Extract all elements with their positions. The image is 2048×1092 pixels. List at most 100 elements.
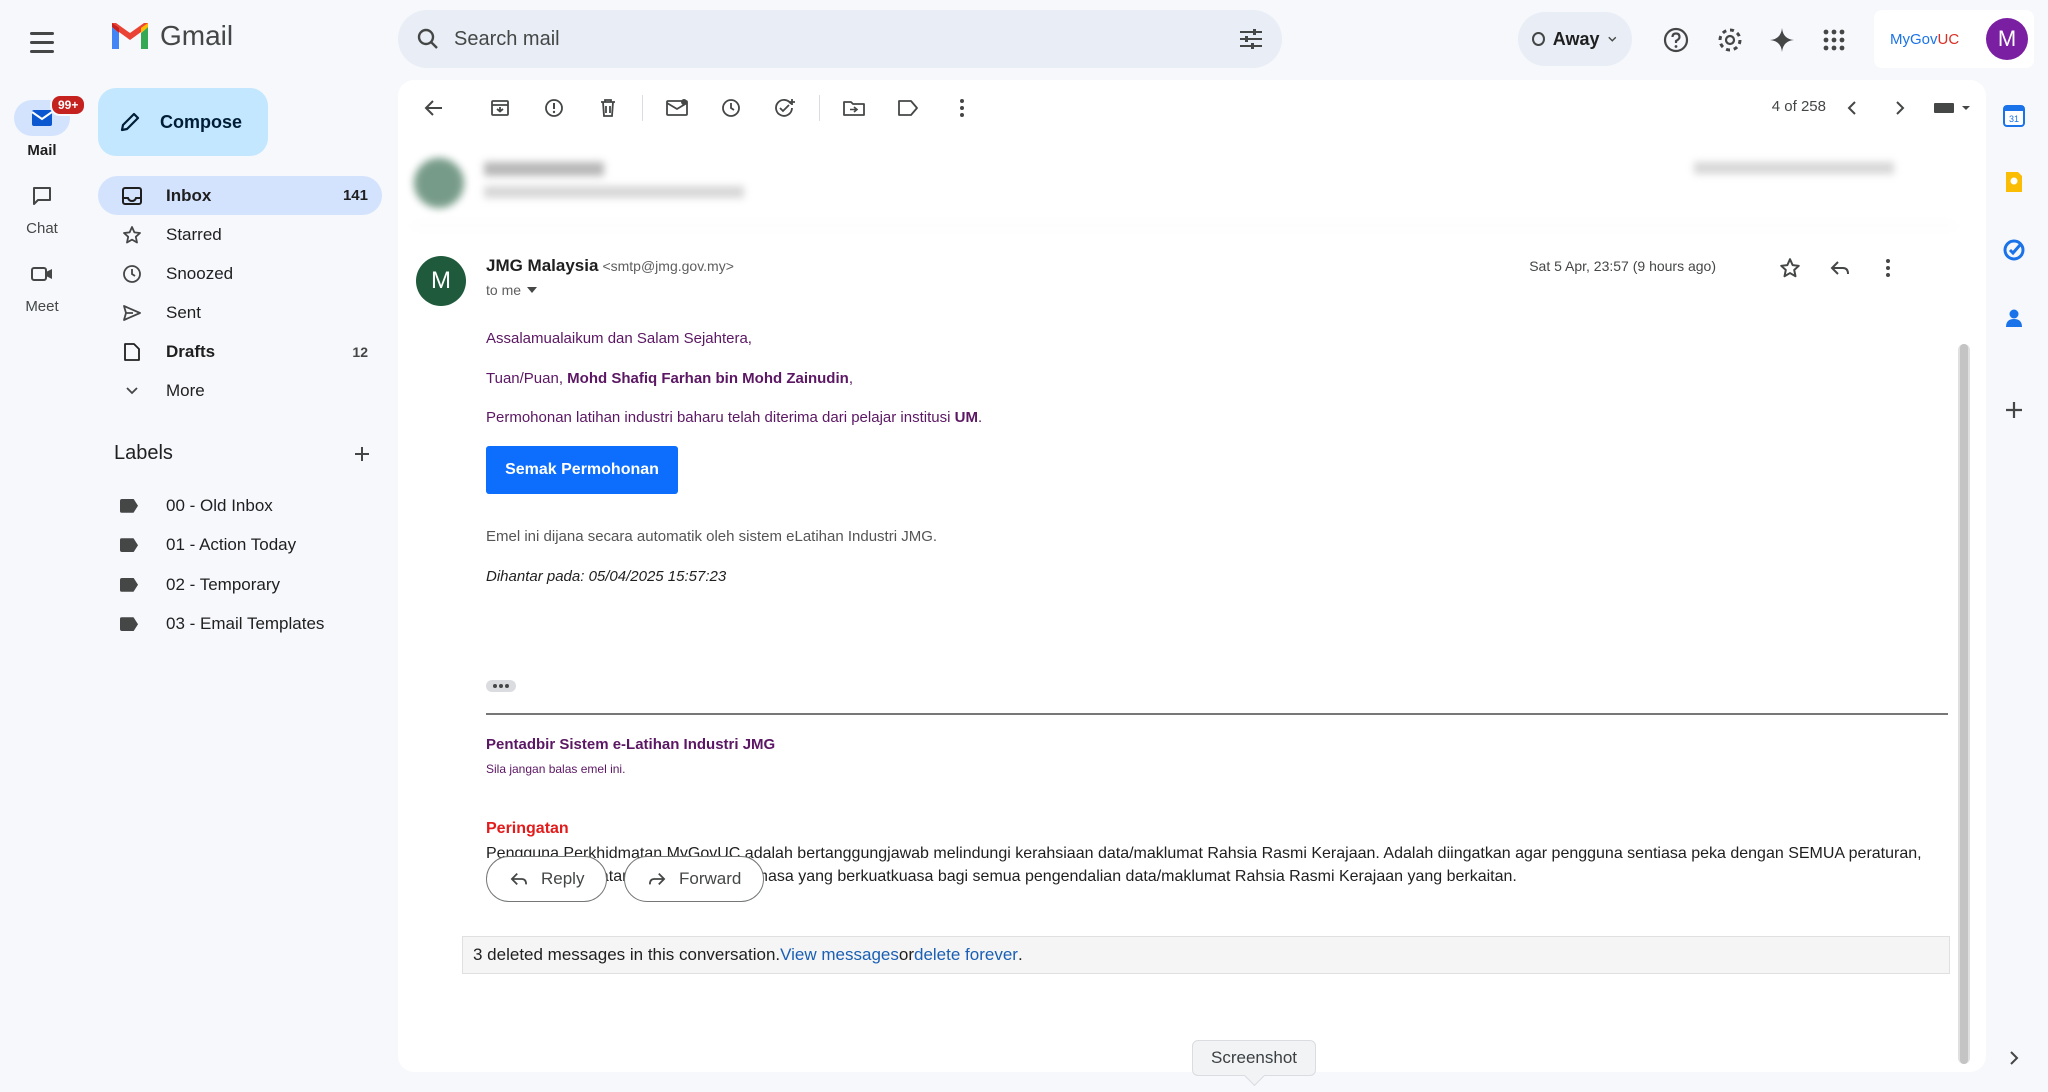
- sidebar-item-label: Starred: [166, 224, 222, 244]
- view-messages-link[interactable]: View messages: [780, 945, 899, 965]
- pencil-icon: [120, 112, 140, 132]
- unread-badge: 99+: [50, 94, 87, 116]
- chevron-left-icon[interactable]: [1832, 88, 1872, 128]
- keep-icon[interactable]: [1998, 166, 2030, 198]
- rail-item-chat[interactable]: Chat: [0, 178, 84, 237]
- rail-label-meet: Meet: [25, 298, 59, 315]
- rail-item-meet[interactable]: Meet: [0, 256, 84, 315]
- add-label-icon[interactable]: [352, 444, 372, 464]
- sidebar-item-sent[interactable]: Sent: [98, 293, 382, 332]
- side-panel: 31: [1986, 80, 2048, 1092]
- salutation-text: Tuan/Puan, Mohd Shafiq Farhan bin Mohd Z…: [486, 370, 853, 387]
- sender-name[interactable]: JMG Malaysia: [486, 256, 598, 275]
- draft-count: 12: [352, 343, 368, 360]
- scrollbar[interactable]: [1958, 344, 1970, 1064]
- compose-button[interactable]: Compose: [98, 88, 268, 156]
- label-item[interactable]: 00 - Old Inbox: [98, 486, 382, 526]
- delete-forever-link[interactable]: delete forever: [914, 945, 1018, 965]
- divider: [486, 713, 1948, 715]
- mark-unread-icon[interactable]: [657, 88, 697, 128]
- sidebar-item-label: Inbox: [166, 185, 212, 205]
- labels-header: Labels: [114, 442, 372, 465]
- label-item[interactable]: 03 - Email Templates: [98, 605, 382, 645]
- back-arrow-icon[interactable]: [414, 88, 454, 128]
- search-options-icon[interactable]: [1238, 27, 1264, 51]
- move-to-icon[interactable]: [834, 88, 874, 128]
- app-rail: 99+ Mail Chat Meet: [0, 0, 87, 1092]
- status-selector[interactable]: Away: [1518, 12, 1632, 66]
- recipient-label: to me: [486, 282, 522, 298]
- label-icon: [120, 538, 138, 553]
- archive-icon[interactable]: [480, 88, 520, 128]
- label-item[interactable]: 02 - Temporary: [98, 565, 382, 605]
- main-menu-icon[interactable]: [22, 22, 62, 62]
- add-addon-icon[interactable]: [1998, 394, 2030, 426]
- forward-button[interactable]: Forward: [624, 856, 765, 902]
- search-icon[interactable]: [416, 27, 440, 51]
- chevron-right-icon[interactable]: [1998, 1042, 2030, 1074]
- recipient-details[interactable]: to me: [486, 282, 538, 298]
- application-notice: Permohonan latihan industri baharu telah…: [486, 409, 983, 426]
- sidebar-item-drafts[interactable]: Drafts 12: [98, 332, 382, 371]
- delete-icon[interactable]: [588, 88, 628, 128]
- labels-title: Labels: [114, 442, 173, 464]
- send-icon: [120, 301, 144, 325]
- label-name: 03 - Email Templates: [166, 614, 325, 634]
- mail-nav: Inbox 141 Starred Snoozed Sent Drafts 12…: [98, 176, 382, 410]
- label-as-icon[interactable]: [888, 88, 928, 128]
- chevron-down-icon: [120, 379, 144, 403]
- svg-text:31: 31: [2009, 114, 2019, 124]
- reply-label: Reply: [541, 869, 585, 888]
- sidebar-item-label: Drafts: [166, 341, 216, 361]
- video-icon: [14, 256, 70, 292]
- search-bar[interactable]: [398, 10, 1282, 68]
- sidebar-item-label: More: [166, 380, 205, 400]
- deleted-messages-notice: 3 deleted messages in this conversation.…: [462, 936, 1950, 974]
- calendar-icon[interactable]: 31: [1998, 100, 2030, 132]
- gemini-icon[interactable]: [1762, 20, 1802, 60]
- sender-avatar: M: [416, 256, 466, 306]
- sender-info: JMG Malaysia <smtp@jmg.gov.my>: [486, 256, 734, 276]
- sidebar-item-snoozed[interactable]: Snoozed: [98, 254, 382, 293]
- inbox-icon: [120, 184, 144, 208]
- account-switcher[interactable]: MyGovUC M: [1874, 10, 2034, 68]
- rail-item-mail[interactable]: 99+ Mail: [0, 94, 87, 159]
- search-input[interactable]: [454, 27, 1238, 51]
- help-icon[interactable]: [1656, 20, 1696, 60]
- sidebar-item-label: Sent: [166, 302, 201, 322]
- more-vert-icon[interactable]: [942, 88, 982, 128]
- gmail-logo[interactable]: Gmail: [110, 20, 233, 52]
- reply-button[interactable]: Reply: [486, 856, 608, 902]
- status-circle-icon: [1532, 32, 1545, 46]
- label-item[interactable]: 01 - Action Today: [98, 526, 382, 566]
- tasks-icon[interactable]: [1998, 234, 2030, 266]
- toolbar-divider: [642, 95, 643, 121]
- sidebar-item-inbox[interactable]: Inbox 141: [98, 176, 382, 215]
- add-task-icon[interactable]: [765, 88, 805, 128]
- sidebar-item-more[interactable]: More: [98, 371, 382, 410]
- label-icon: [120, 498, 138, 513]
- avatar[interactable]: M: [1986, 18, 2028, 60]
- settings-icon[interactable]: [1710, 20, 1750, 60]
- chevron-right-icon[interactable]: [1880, 88, 1920, 128]
- report-spam-icon[interactable]: [534, 88, 574, 128]
- star-icon[interactable]: [1770, 248, 1810, 288]
- show-trimmed-content-button[interactable]: [486, 680, 516, 692]
- scrollbar-thumb[interactable]: [1960, 344, 1968, 1064]
- label-icon: [120, 617, 138, 632]
- keyboard-icon[interactable]: [1928, 88, 1976, 128]
- contacts-icon[interactable]: [1998, 302, 2030, 334]
- more-vert-icon[interactable]: [1868, 248, 1908, 288]
- collapsed-message[interactable]: [414, 146, 1954, 226]
- tooltip: Screenshot: [1192, 1040, 1316, 1076]
- org-logo: MyGovUC: [1890, 30, 1960, 48]
- apps-grid-icon[interactable]: [1814, 20, 1854, 60]
- sidebar-item-starred[interactable]: Starred: [98, 215, 382, 254]
- snooze-icon[interactable]: [711, 88, 751, 128]
- sent-timestamp: Dihantar pada: 05/04/2025 15:57:23: [486, 568, 727, 585]
- forward-icon: [649, 873, 666, 885]
- reply-icon: [510, 873, 527, 885]
- reply-icon[interactable]: [1820, 248, 1860, 288]
- clock-icon: [120, 262, 144, 286]
- review-application-button[interactable]: Semak Permohonan: [486, 446, 678, 494]
